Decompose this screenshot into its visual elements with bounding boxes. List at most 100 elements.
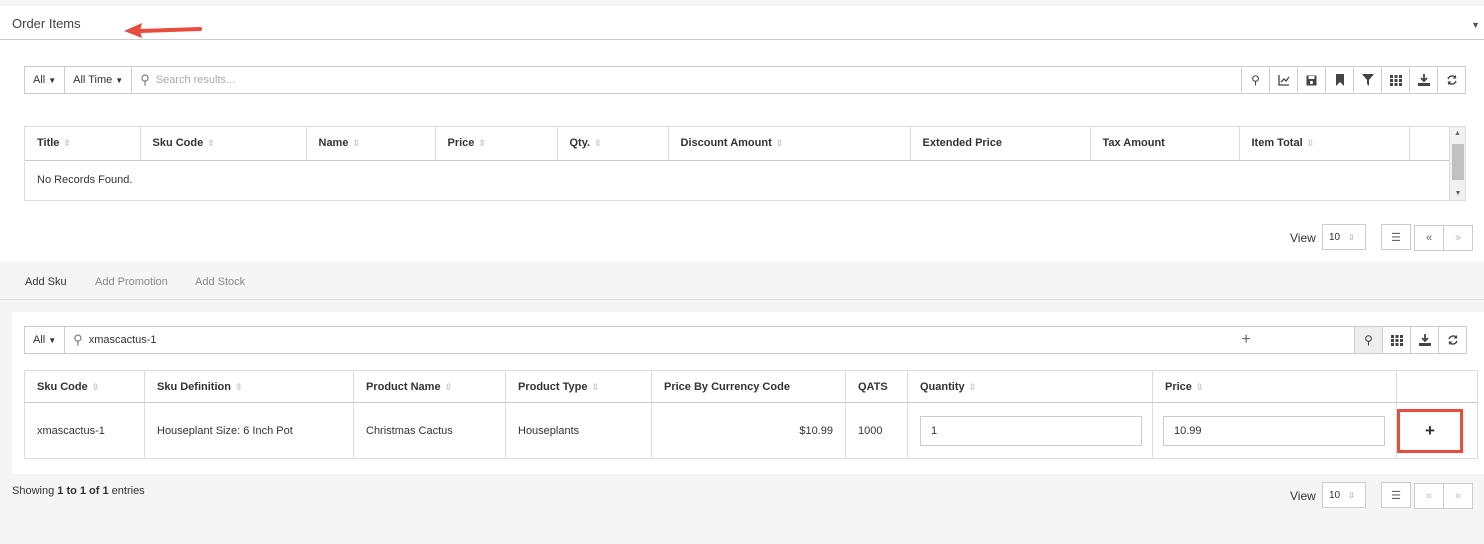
page-size-select[interactable]: 10 ⇳ xyxy=(1322,224,1366,250)
col-product-type[interactable]: Product Type ⇳ xyxy=(505,370,652,403)
col-sku-code[interactable]: Sku Code ⇳ xyxy=(140,127,307,161)
col-qty[interactable]: Qty. ⇳ xyxy=(557,127,669,161)
col-price-label: Price xyxy=(447,137,475,150)
col-tax-amount: Tax Amount xyxy=(1090,127,1240,161)
bookmark-button[interactable] xyxy=(1326,66,1354,94)
list-icon: ☰ xyxy=(1391,231,1401,244)
col-quantity[interactable]: Quantity ⇳ xyxy=(907,370,1153,403)
scrollbar-thumb[interactable] xyxy=(1452,144,1464,180)
prev-page-button[interactable]: « xyxy=(1414,225,1444,251)
sku-search-input[interactable] xyxy=(88,334,1242,346)
caret-down-icon: ▼ xyxy=(48,75,57,85)
col-name[interactable]: Name ⇳ xyxy=(306,127,436,161)
chart-icon xyxy=(1277,75,1290,86)
scroll-up-icon[interactable]: ▲ xyxy=(1450,130,1465,137)
sku-refresh-button[interactable] xyxy=(1439,326,1467,354)
order-items-table: Title ⇳ Sku Code ⇳ Name ⇳ Price ⇳ Qty. ⇳ Disc… xyxy=(25,127,1449,200)
save-button[interactable] xyxy=(1298,66,1326,94)
cell-sku-definition: Houseplant Size: 6 Inch Pot xyxy=(144,402,354,459)
page-size-select[interactable]: 10 ⇳ xyxy=(1322,482,1366,508)
columns-button[interactable] xyxy=(1382,66,1410,94)
list-view-button[interactable]: ☰ xyxy=(1381,224,1411,250)
table-scrollbar[interactable]: ▲ ▼ xyxy=(1449,127,1465,200)
sort-icon: ⇳ xyxy=(1195,381,1204,392)
tab-add-promotion[interactable]: Add Promotion xyxy=(95,276,168,288)
col-price-by-currency-label: Price By Currency Code xyxy=(664,380,790,393)
results-toolbar: All▼ All Time▼ ⚲ ⚲ xyxy=(24,66,1466,94)
col-extended-price: Extended Price xyxy=(910,127,1091,161)
search-icon: ⚲ xyxy=(140,72,150,87)
price-input[interactable] xyxy=(1163,415,1385,446)
sku-filter-dropdown[interactable]: All ▼ xyxy=(24,326,66,354)
page-size-value: 10 xyxy=(1329,231,1341,243)
next-page-button[interactable]: » xyxy=(1443,483,1473,509)
save-icon xyxy=(1306,75,1317,85)
col-discount[interactable]: Discount Amount ⇳ xyxy=(668,127,911,161)
cell-price xyxy=(1152,402,1397,459)
add-sku-button[interactable]: + xyxy=(1397,408,1463,453)
view-label: View xyxy=(1290,489,1316,503)
search-input[interactable] xyxy=(155,74,1147,86)
sku-export-button[interactable] xyxy=(1411,326,1439,354)
refresh-icon xyxy=(1447,335,1458,345)
sku-table: Sku Code ⇳ Sku Definition ⇳ Product Name ⇳ … xyxy=(24,370,1478,459)
col-title[interactable]: Title ⇳ xyxy=(25,127,141,161)
col-sku-code[interactable]: Sku Code ⇳ xyxy=(24,370,145,403)
filter-button[interactable] xyxy=(1354,66,1382,94)
chart-button[interactable] xyxy=(1270,66,1298,94)
sort-icon: ⇳ xyxy=(594,138,602,149)
tab-add-stock[interactable]: Add Stock xyxy=(195,276,245,288)
search-icon: ⚲ xyxy=(1364,333,1373,347)
col-product-name[interactable]: Product Name ⇳ xyxy=(353,370,506,403)
col-product-name-label: Product Name xyxy=(366,380,441,393)
sort-icon: ⇳ xyxy=(1348,490,1355,500)
plus-icon: + xyxy=(1425,420,1435,440)
search-button[interactable]: ⚲ xyxy=(1242,66,1270,94)
col-sku-definition-label: Sku Definition xyxy=(157,380,231,393)
refresh-icon xyxy=(1446,75,1457,85)
col-sku-definition[interactable]: Sku Definition ⇳ xyxy=(144,370,354,403)
sku-search-button[interactable]: ⚲ xyxy=(1355,326,1383,354)
sort-icon: ⇳ xyxy=(91,381,100,392)
col-sku-code-label: Sku Code xyxy=(152,137,204,150)
col-price[interactable]: Price ⇳ xyxy=(435,127,558,161)
download-icon xyxy=(1417,74,1430,86)
col-title-label: Title xyxy=(37,137,60,150)
search-icon: ⚲ xyxy=(1251,73,1260,87)
collapse-caret-icon[interactable]: ▼ xyxy=(1471,20,1480,30)
refresh-button[interactable] xyxy=(1438,66,1466,94)
prev-page-button[interactable]: « xyxy=(1414,483,1444,509)
sort-icon: ⇳ xyxy=(63,138,71,149)
sort-icon: ⇳ xyxy=(968,381,977,392)
next-page-button[interactable]: » xyxy=(1443,225,1473,251)
tab-add-sku[interactable]: Add Sku xyxy=(25,276,67,288)
quantity-input[interactable] xyxy=(920,415,1142,446)
col-price-label: Price xyxy=(1165,380,1192,393)
time-dropdown[interactable]: All Time ▼ xyxy=(65,66,133,94)
col-item-total[interactable]: Item Total ⇳ xyxy=(1239,127,1410,161)
sort-icon: ⇳ xyxy=(591,381,600,392)
scroll-down-icon[interactable]: ▼ xyxy=(1450,190,1466,197)
order-items-header[interactable]: Order Items ▼ xyxy=(0,6,1484,40)
sort-icon: ⇳ xyxy=(1306,138,1315,149)
cell-product-type: Houseplants xyxy=(505,402,652,459)
export-button[interactable] xyxy=(1410,66,1438,94)
sku-columns-button[interactable] xyxy=(1383,326,1411,354)
search-box[interactable]: ⚲ xyxy=(132,66,1242,94)
annotation-arrow-icon xyxy=(124,23,202,38)
col-item-total-label: Item Total xyxy=(1251,137,1303,150)
col-qty-label: Qty. xyxy=(569,137,591,150)
col-price[interactable]: Price ⇳ xyxy=(1152,370,1397,403)
sort-icon: ⇳ xyxy=(478,138,486,149)
plus-icon[interactable]: + xyxy=(1241,331,1250,349)
cell-price-by-currency: $10.99 xyxy=(651,402,846,459)
sku-toolbar: All▼ ⚲ + ⚲ xyxy=(24,326,1467,354)
col-add xyxy=(1396,370,1478,403)
col-discount-label: Discount Amount xyxy=(680,137,772,150)
add-tabs: Add Sku Add Promotion Add Stock xyxy=(0,262,1484,300)
sku-search-box[interactable]: ⚲ + xyxy=(65,326,1355,354)
col-actions xyxy=(1409,127,1449,161)
list-view-button[interactable]: ☰ xyxy=(1381,482,1411,508)
filter-icon xyxy=(1361,74,1374,86)
filter-dropdown[interactable]: All ▼ xyxy=(24,66,66,94)
